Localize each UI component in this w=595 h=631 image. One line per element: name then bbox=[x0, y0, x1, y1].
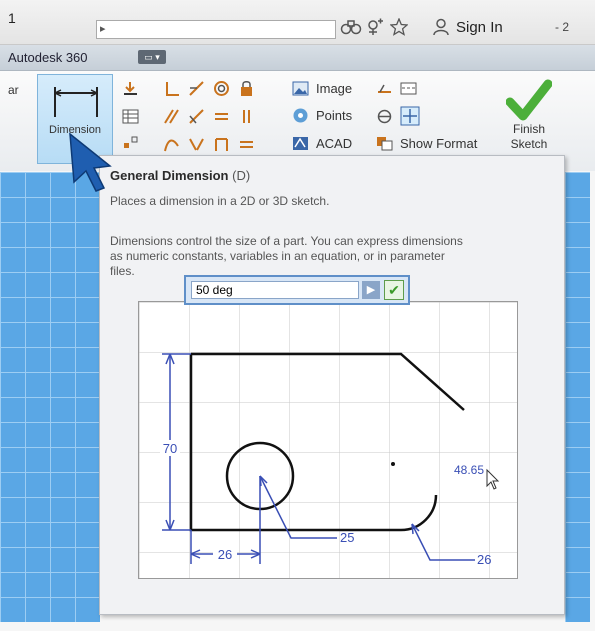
sketch-diagram: 70 26 25 26 48.65 bbox=[139, 302, 517, 578]
dimension-illustration: 70 26 25 26 48.65 bbox=[138, 301, 518, 579]
window-control-fragment[interactable]: - 2 bbox=[555, 20, 569, 34]
finish-label-line2: Sketch bbox=[510, 137, 548, 151]
autodesk-360-tab[interactable]: Autodesk 360 bbox=[8, 50, 88, 65]
app-menu-dropdown[interactable]: ▭ ▾ bbox=[138, 50, 166, 64]
table-icon[interactable] bbox=[122, 108, 139, 125]
tooltip-title-text: General Dimension bbox=[110, 168, 229, 183]
vertical-constraint-icon[interactable] bbox=[238, 108, 255, 125]
show-format-icon[interactable] bbox=[376, 135, 393, 152]
app-strip: Autodesk 360 ▭ ▾ bbox=[0, 45, 595, 71]
perpendicular-constraint-icon[interactable] bbox=[163, 80, 180, 97]
arrow-pointer-icon bbox=[69, 132, 112, 192]
checkmark-icon bbox=[506, 79, 552, 121]
hole-radius-value: 25 bbox=[340, 530, 354, 545]
symmetric-constraint-icon[interactable] bbox=[188, 136, 205, 153]
acad-label[interactable]: ACAD bbox=[316, 136, 352, 151]
project-geometry-icon[interactable] bbox=[122, 80, 139, 97]
show-format-label[interactable]: Show Format bbox=[400, 136, 477, 151]
tooltip-shortcut: (D) bbox=[232, 168, 251, 183]
finish-label-line1: Finish bbox=[512, 122, 545, 136]
driven-dimension-icon[interactable] bbox=[400, 106, 420, 126]
tooltip-detail-line1: Dimensions control the size of a part. Y… bbox=[110, 234, 463, 248]
favorites-star-icon[interactable] bbox=[389, 17, 409, 41]
points-icon[interactable] bbox=[292, 107, 309, 124]
tangent-constraint-icon[interactable] bbox=[188, 108, 205, 125]
collinear-constraint-icon[interactable] bbox=[213, 136, 230, 153]
user-icon[interactable] bbox=[432, 18, 450, 41]
dimension-tooltip: General Dimension (D) Places a dimension… bbox=[99, 155, 565, 615]
equal-constraint-icon[interactable] bbox=[213, 108, 230, 125]
sketch-canvas-right[interactable] bbox=[565, 172, 590, 622]
dimension-icon bbox=[54, 87, 98, 117]
angle-dimension-preview: 48.65 bbox=[454, 463, 484, 477]
search-caret-icon: ▸ bbox=[100, 23, 106, 35]
width-dimension-value: 26 bbox=[218, 547, 232, 562]
points-label[interactable]: Points bbox=[316, 108, 352, 123]
address-field[interactable] bbox=[96, 20, 336, 39]
ribbon-left-fragment: ar bbox=[8, 83, 19, 97]
binoculars-icon[interactable] bbox=[340, 18, 362, 41]
construction-icon[interactable] bbox=[376, 80, 393, 97]
acad-icon[interactable] bbox=[292, 135, 309, 152]
center-point-icon[interactable] bbox=[376, 108, 393, 125]
parallel-constraint-icon[interactable] bbox=[163, 108, 180, 125]
height-dimension-value: 70 bbox=[163, 441, 177, 456]
smooth-constraint-icon[interactable] bbox=[163, 136, 180, 153]
finish-sketch-label: Finish Sketch bbox=[500, 122, 558, 152]
tooltip-description: Places a dimension in a 2D or 3D sketch. bbox=[110, 194, 330, 208]
title-fragment: 1 bbox=[8, 10, 16, 26]
fix-constraint-icon[interactable] bbox=[238, 80, 255, 97]
fillet-radius-value: 26 bbox=[477, 552, 491, 567]
pattern-icon[interactable] bbox=[122, 134, 139, 151]
sign-in-link[interactable]: Sign In bbox=[456, 19, 503, 36]
centerline-icon[interactable] bbox=[400, 80, 417, 97]
tooltip-title: General Dimension (D) bbox=[110, 168, 250, 183]
image-label[interactable]: Image bbox=[316, 81, 352, 96]
horizontal-constraint-icon[interactable] bbox=[238, 136, 255, 153]
expand-arrow-button[interactable]: ▶ bbox=[362, 281, 380, 299]
communication-center-icon[interactable] bbox=[366, 18, 384, 41]
image-icon[interactable] bbox=[292, 80, 309, 97]
concentric-constraint-icon[interactable] bbox=[213, 80, 230, 97]
sketch-canvas-left[interactable] bbox=[0, 172, 100, 622]
center-dot bbox=[391, 462, 395, 466]
dimension-edit-box: 50 deg ▶ ✔ bbox=[184, 275, 410, 305]
accept-check-button[interactable]: ✔ bbox=[384, 280, 404, 300]
coincident-constraint-icon[interactable] bbox=[188, 80, 205, 97]
tooltip-detail-line2: as numeric constants, variables in an eq… bbox=[110, 249, 445, 263]
dimension-value-input[interactable]: 50 deg bbox=[191, 281, 359, 299]
title-bar: 1 ▸ Sign In - 2 bbox=[0, 0, 595, 45]
